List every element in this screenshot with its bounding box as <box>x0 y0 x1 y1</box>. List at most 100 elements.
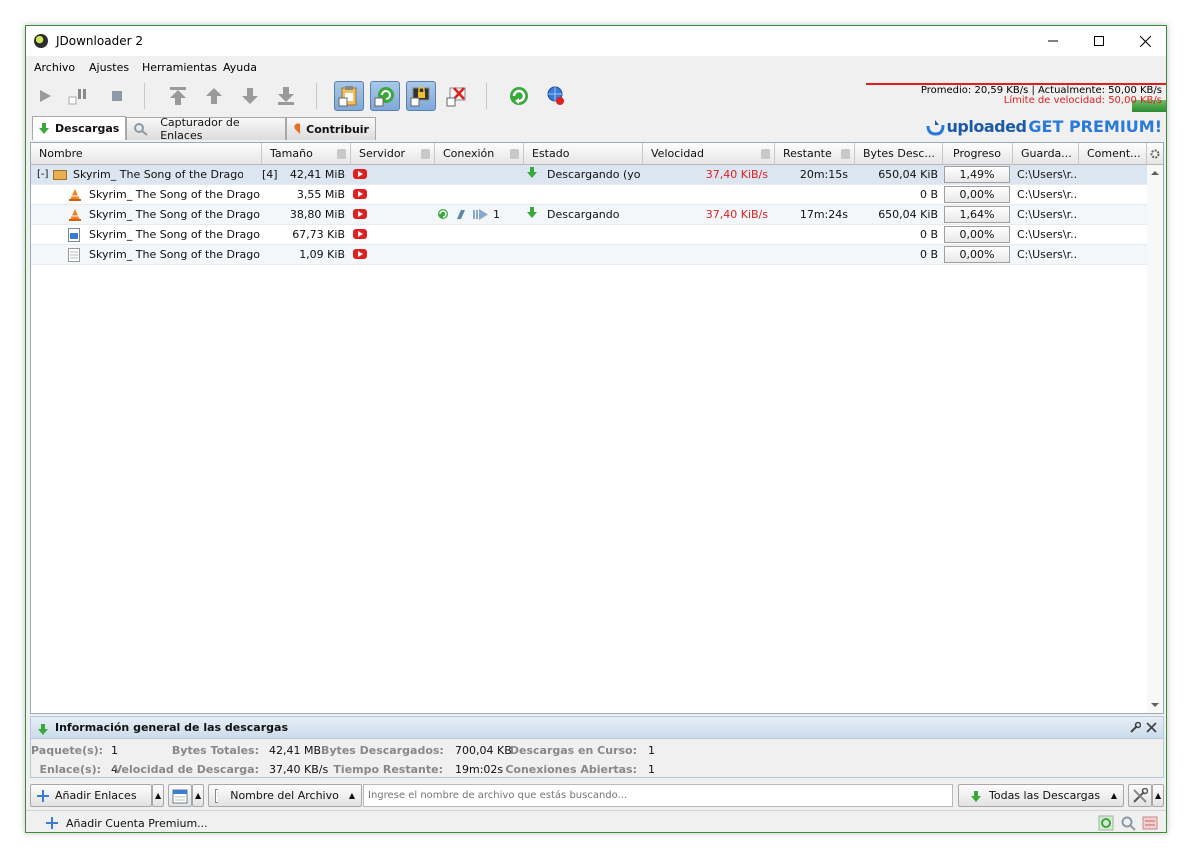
lock-icon <box>337 149 346 159</box>
add-premium-account-link[interactable]: Añadir Cuenta Premium... <box>66 817 208 830</box>
title-bar: JDownloader 2 <box>26 26 1166 56</box>
file-bytes: 0 B <box>919 188 938 201</box>
file-row[interactable]: Skyrim_ The Song of the Dragonbo. 1,09 K… <box>31 245 1147 265</box>
downloading-icon <box>527 207 537 218</box>
col-velocidad[interactable]: Velocidad <box>643 143 775 165</box>
schedule-menu-button[interactable]: ▲ <box>192 784 204 807</box>
downloads-table: Nombre Tamaño Servidor Conexión Estado V… <box>30 142 1164 714</box>
search-input[interactable] <box>363 784 953 807</box>
col-conexion[interactable]: Conexión <box>435 143 524 165</box>
file-saveto: C:\Users\r... <box>1017 228 1077 241</box>
col-bytes-desc[interactable]: Bytes Desc... <box>855 143 943 165</box>
file-remaining: 17m:24s <box>799 208 848 221</box>
schedule-button[interactable] <box>168 784 192 807</box>
packages-label: Paquete(s): <box>31 744 104 757</box>
file-row[interactable]: Skyrim_ The Song of the Dragonbo. 38,80 … <box>31 205 1147 225</box>
pause-button[interactable] <box>64 81 94 111</box>
open-connections-value: 1 <box>648 763 655 776</box>
file-status: Descargando <box>547 208 620 221</box>
premium-toggle[interactable] <box>406 81 436 111</box>
auto-reconnect-toggle[interactable] <box>370 81 400 111</box>
dropdown-arrow-icon: ▲ <box>1110 791 1117 800</box>
scroll-down-icon[interactable] <box>1147 700 1163 710</box>
globe-update-icon <box>547 86 564 105</box>
move-down-button[interactable] <box>235 81 265 111</box>
silent-mode-toggle[interactable] <box>442 81 472 111</box>
stop-button[interactable] <box>102 81 132 111</box>
lock-icon <box>841 149 850 159</box>
col-estado[interactable]: Estado <box>524 143 643 165</box>
total-bytes-value: 42,41 MB <box>269 744 322 757</box>
add-links-menu-button[interactable]: ▲ <box>152 784 164 807</box>
col-tamano[interactable]: Tamaño <box>262 143 351 165</box>
file-bytes: 0 B <box>919 228 938 241</box>
settings-tools-button[interactable] <box>1128 784 1152 807</box>
link-grabber-icon <box>134 123 148 136</box>
wrench-icon[interactable] <box>1129 722 1141 734</box>
premium-lock-icon <box>410 86 430 107</box>
column-settings-button[interactable] <box>1147 143 1163 165</box>
scroll-up-icon[interactable] <box>1147 168 1163 178</box>
menu-ajustes[interactable]: Ajustes <box>89 61 129 74</box>
download-speed-value: 37,40 KB/s <box>269 763 329 776</box>
menu-herramientas[interactable]: Herramientas <box>142 61 217 74</box>
text-file-icon <box>68 248 80 262</box>
reconnect-status-icon[interactable] <box>1098 815 1114 831</box>
tab-descargas[interactable]: Descargas <box>32 116 126 140</box>
tab-capturador[interactable]: Capturador de Enlaces <box>126 116 286 142</box>
col-progreso[interactable]: Progreso <box>943 143 1013 165</box>
tab-descargas-label: Descargas <box>55 122 120 135</box>
package-row[interactable]: [-] Skyrim_ The Song of the Drago... [4]… <box>31 165 1147 185</box>
move-up-button[interactable] <box>199 81 229 111</box>
minimize-button[interactable] <box>1030 26 1076 56</box>
clipboard-monitor-toggle[interactable] <box>334 81 364 111</box>
file-speed: 37,40 KiB/s <box>705 208 768 221</box>
file-row[interactable]: Skyrim_ The Song of the Dragonbo. 3,55 M… <box>31 185 1147 205</box>
package-name: Skyrim_ The Song of the Drago... <box>73 168 243 181</box>
account-status-icon[interactable] <box>1142 815 1158 831</box>
lock-icon <box>421 149 430 159</box>
update-button[interactable] <box>540 81 570 111</box>
file-name: Skyrim_ The Song of the Dragonbo. <box>89 208 261 221</box>
search-field-label: Nombre del Archivo <box>230 789 339 802</box>
maximize-button[interactable] <box>1076 26 1122 56</box>
move-top-icon <box>170 87 186 105</box>
menu-archivo[interactable]: Archivo <box>34 61 75 74</box>
search-field-select[interactable]: Nombre del Archivo ▲ <box>208 784 362 807</box>
file-progress: 0,00% <box>944 186 1010 203</box>
file-row[interactable]: Skyrim_ The Song of the Dragonbo. 67,73 … <box>31 225 1147 245</box>
uploaded-premium-banner[interactable]: uploaded GET PREMIUM! <box>925 117 1162 136</box>
col-servidor[interactable]: Servidor <box>351 143 435 165</box>
col-restante[interactable]: Restante <box>775 143 855 165</box>
close-panel-icon[interactable] <box>1146 722 1157 733</box>
col-comentario[interactable]: Coment... <box>1079 143 1147 165</box>
vlc-cone-icon <box>69 209 81 221</box>
overview-title: Información general de las descargas <box>55 721 288 734</box>
overview-header: Información general de las descargas <box>31 717 1163 739</box>
package-box-icon <box>53 170 67 180</box>
time-remaining-label: Tiempo Restante: <box>333 763 443 776</box>
lock-icon <box>761 149 770 159</box>
settings-tools-menu-button[interactable]: ▲ <box>1152 784 1164 807</box>
vertical-scrollbar[interactable] <box>1147 165 1163 713</box>
download-arrow-icon <box>39 122 49 134</box>
image-file-icon <box>68 228 80 242</box>
add-links-button[interactable]: Añadir Enlaces <box>30 784 152 807</box>
add-links-label: Añadir Enlaces <box>55 789 137 802</box>
filter-select[interactable]: Todas las Descargas ▲ <box>958 784 1124 807</box>
tab-contribuir-label: Contribuir <box>306 122 369 136</box>
bottom-toolbar: Añadir Enlaces ▲ ▲ Nombre del Archivo ▲ … <box>26 782 1166 810</box>
tab-contribuir[interactable]: Contribuir <box>286 117 376 140</box>
close-button[interactable] <box>1122 26 1166 56</box>
link-grabber-status-icon[interactable] <box>1120 815 1136 831</box>
move-top-button[interactable] <box>163 81 193 111</box>
start-button[interactable] <box>30 81 60 111</box>
col-nombre[interactable]: Nombre <box>31 143 262 165</box>
col-guarda[interactable]: Guarda... <box>1013 143 1079 165</box>
speed-limit: Límite de velocidad: 50,00 KB/s <box>1003 95 1162 106</box>
move-bottom-button[interactable] <box>271 81 301 111</box>
collapse-toggle[interactable]: [-] <box>37 165 48 185</box>
menu-ayuda[interactable]: Ayuda <box>223 61 257 74</box>
running-downloads-label: Descargas en Curso: <box>509 744 637 757</box>
reconnect-button[interactable] <box>504 81 534 111</box>
